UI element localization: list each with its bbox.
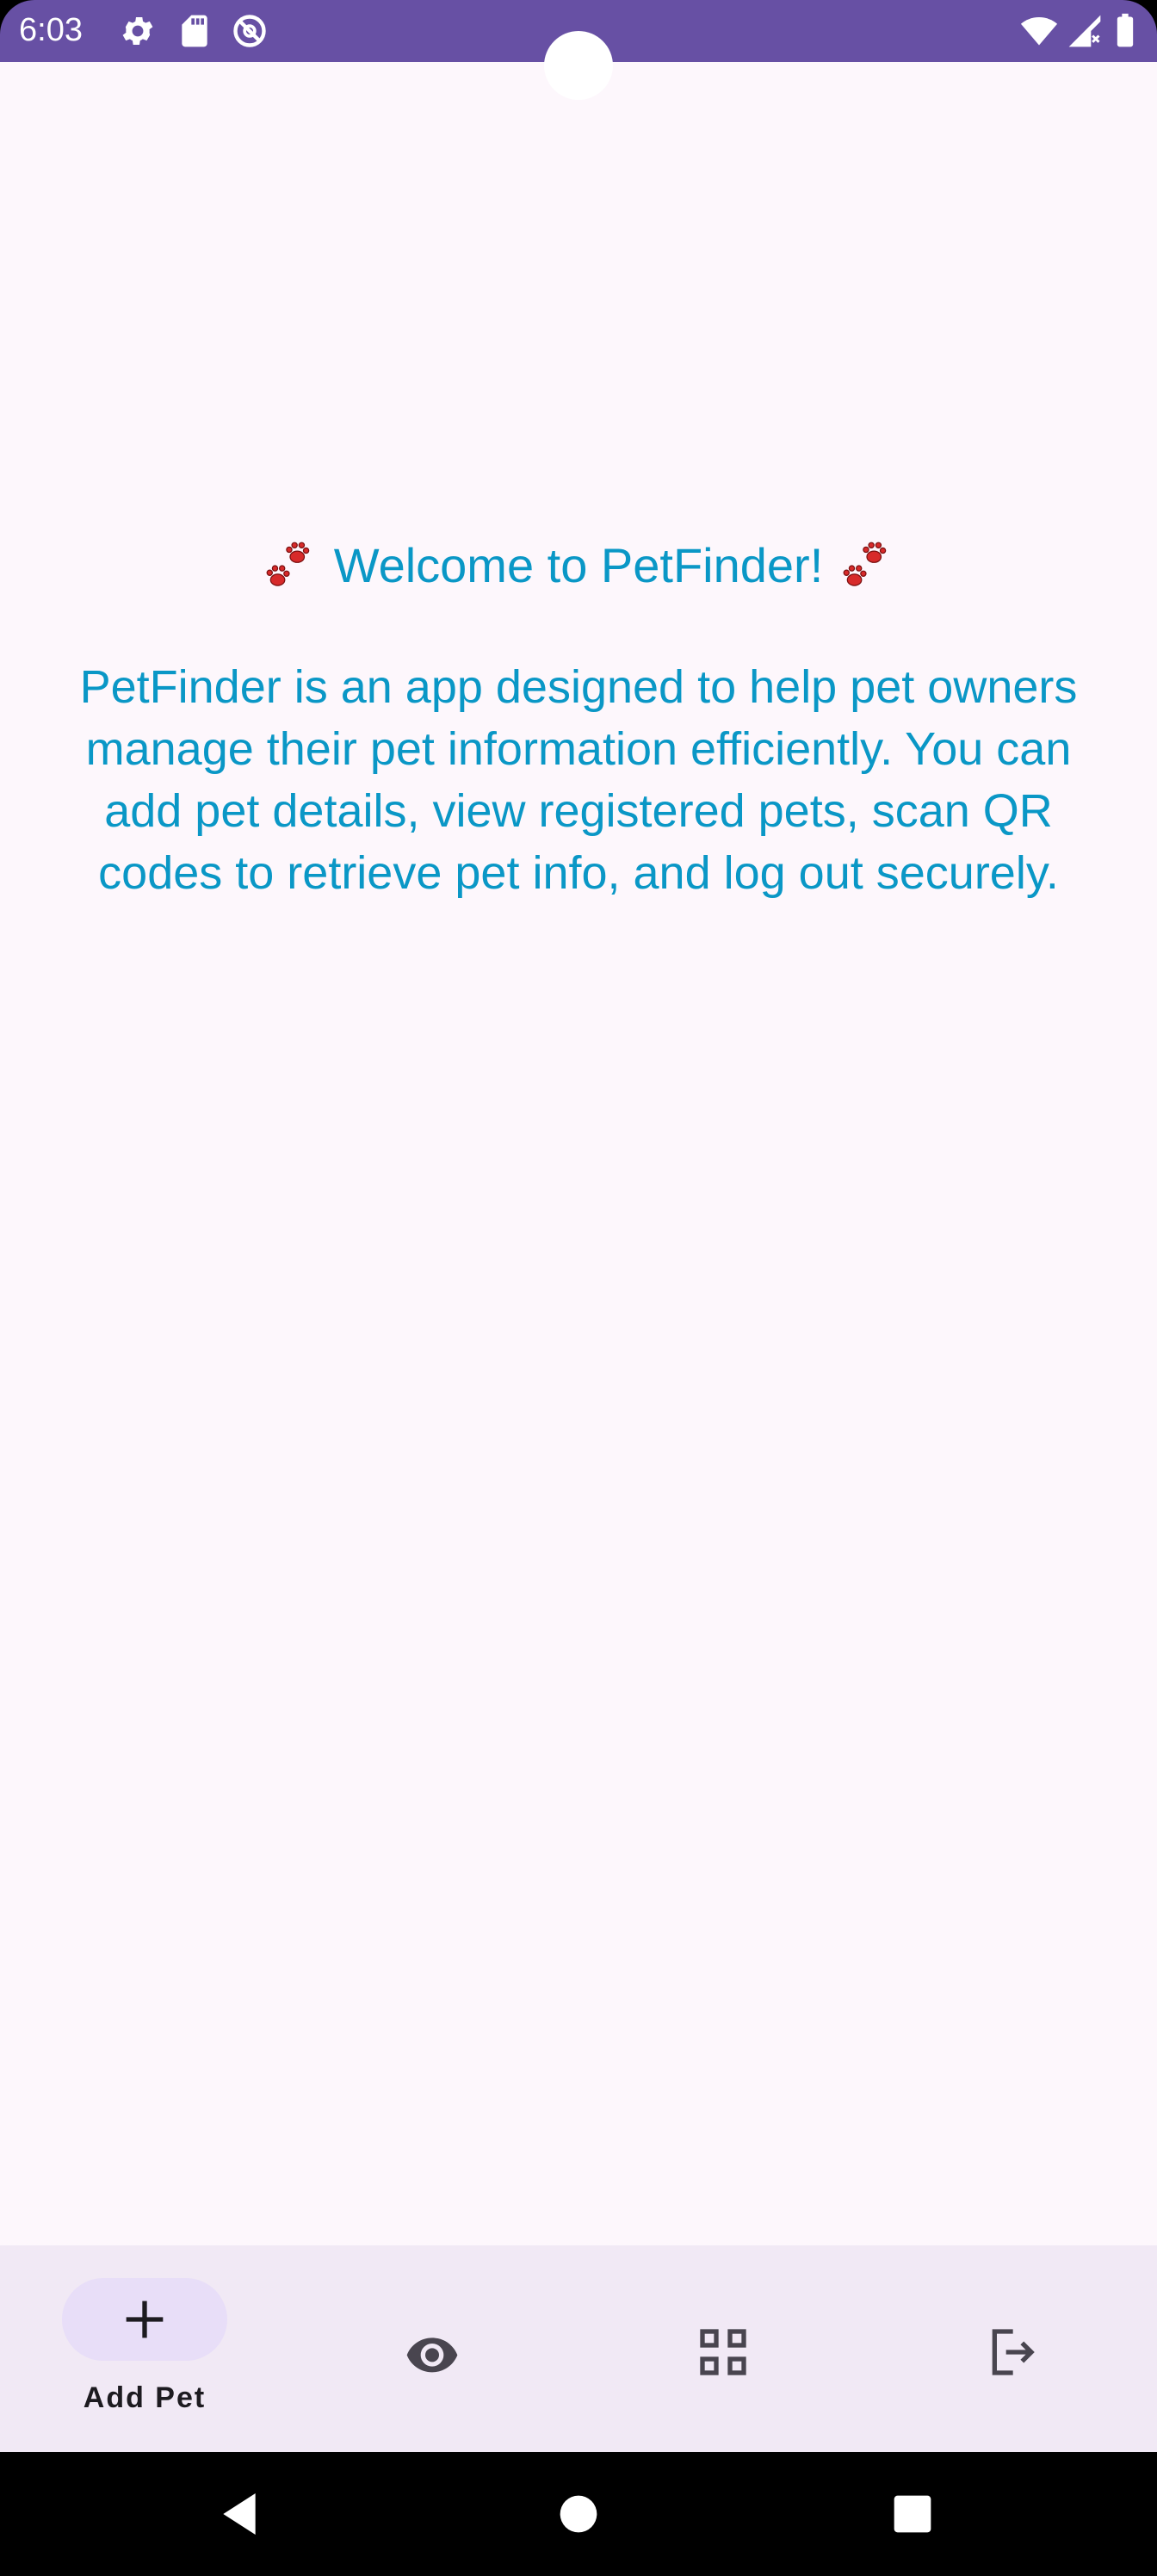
system-navigation-bar	[0, 2452, 1157, 2576]
battery-icon	[1117, 13, 1134, 47]
paw-prints-icon	[843, 542, 887, 586]
nav-label-add-pet: Add Pet	[83, 2381, 207, 2414]
welcome-description: PetFinder is an app designed to help pet…	[79, 661, 1078, 899]
paw-prints-icon	[266, 542, 310, 586]
wifi-icon	[1020, 17, 1058, 46]
nav-item-logout[interactable]	[868, 2245, 1157, 2452]
qr-grid-icon	[700, 2329, 746, 2375]
plus-icon	[126, 2300, 164, 2338]
nav-item-add-pet[interactable]: Add Pet	[0, 2245, 289, 2452]
recents-icon[interactable]	[885, 2486, 940, 2542]
welcome-heading: Welcome to PetFinder!	[0, 531, 1157, 600]
app-screen: 6:03 Welcome to PetFinder! PetFinder is …	[0, 0, 1157, 2576]
nav-item-view-pets[interactable]	[289, 2245, 578, 2452]
back-icon[interactable]	[212, 2486, 267, 2542]
eye-icon	[406, 2338, 458, 2373]
status-time: 6:03	[19, 12, 83, 48]
sd-card-icon	[182, 15, 207, 47]
main-content: Welcome to PetFinder! PetFinder is an ap…	[0, 62, 1157, 2245]
gear-icon	[122, 17, 153, 45]
home-icon[interactable]	[551, 2486, 606, 2542]
camera-cutout	[544, 31, 613, 100]
nav-item-scan-qr[interactable]	[578, 2245, 868, 2452]
bottom-navigation-bar: Add Pet	[0, 2245, 1157, 2452]
do-not-disturb-icon	[233, 15, 266, 47]
cellular-signal-icon	[1068, 15, 1101, 47]
logout-icon	[992, 2329, 1035, 2375]
welcome-title-text: Welcome to PetFinder!	[333, 538, 824, 592]
